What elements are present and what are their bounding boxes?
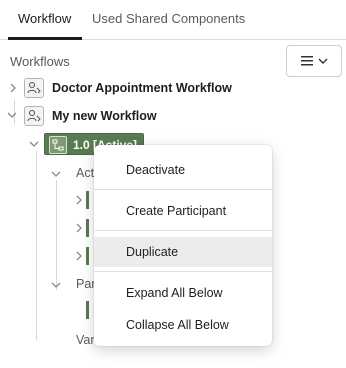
menu-separator [94,271,272,272]
chevron-right-icon[interactable] [74,222,84,234]
activity-node-stub [86,219,89,237]
chevron-down-icon[interactable] [28,139,40,149]
active-tab-indicator [8,37,82,40]
menu-separator [94,189,272,190]
activity-node-stub [86,191,89,209]
menu-item-expand-all-below[interactable]: Expand All Below [94,278,272,308]
participant-node-stub [86,301,89,319]
tree-node-my-new-workflow[interactable]: My new Workflow [52,109,157,123]
chevron-down-icon [318,58,328,64]
workflow-user-icon [24,106,44,126]
tree-menu-button[interactable] [286,45,342,77]
tree-guide-line [36,150,37,340]
tab-workflow[interactable]: Workflow [18,11,71,26]
chevron-right-icon[interactable] [74,250,84,262]
tab-used-shared-components[interactable]: Used Shared Components [92,11,245,26]
menu-item-collapse-all-below[interactable]: Collapse All Below [94,310,272,340]
context-menu: Deactivate Create Participant Duplicate … [94,145,272,346]
version-diagram-icon [49,136,67,154]
tree-guide-line [56,180,57,290]
menu-item-deactivate[interactable]: Deactivate [94,155,272,185]
tab-bar: Workflow Used Shared Components [0,0,346,40]
chevron-down-icon[interactable] [6,110,18,120]
tree-node-doctor-appointment-workflow[interactable]: Doctor Appointment Workflow [52,81,232,95]
chevron-right-icon[interactable] [8,82,18,94]
tree-node-activities-clipped[interactable]: Act [76,166,94,180]
chevron-down-icon[interactable] [50,280,62,290]
chevron-down-icon[interactable] [50,169,62,179]
workflows-heading: Workflows [10,54,70,69]
menu-item-create-participant[interactable]: Create Participant [94,196,272,226]
workflow-user-icon [24,78,44,98]
activity-node-stub [86,247,89,265]
tree-node-variables-clipped[interactable]: Var [76,333,95,347]
tree-node-participants-clipped[interactable]: Par [76,277,95,291]
menu-separator [94,230,272,231]
hamburger-icon [301,56,313,66]
chevron-right-icon[interactable] [74,194,84,206]
menu-item-duplicate[interactable]: Duplicate [94,237,272,267]
